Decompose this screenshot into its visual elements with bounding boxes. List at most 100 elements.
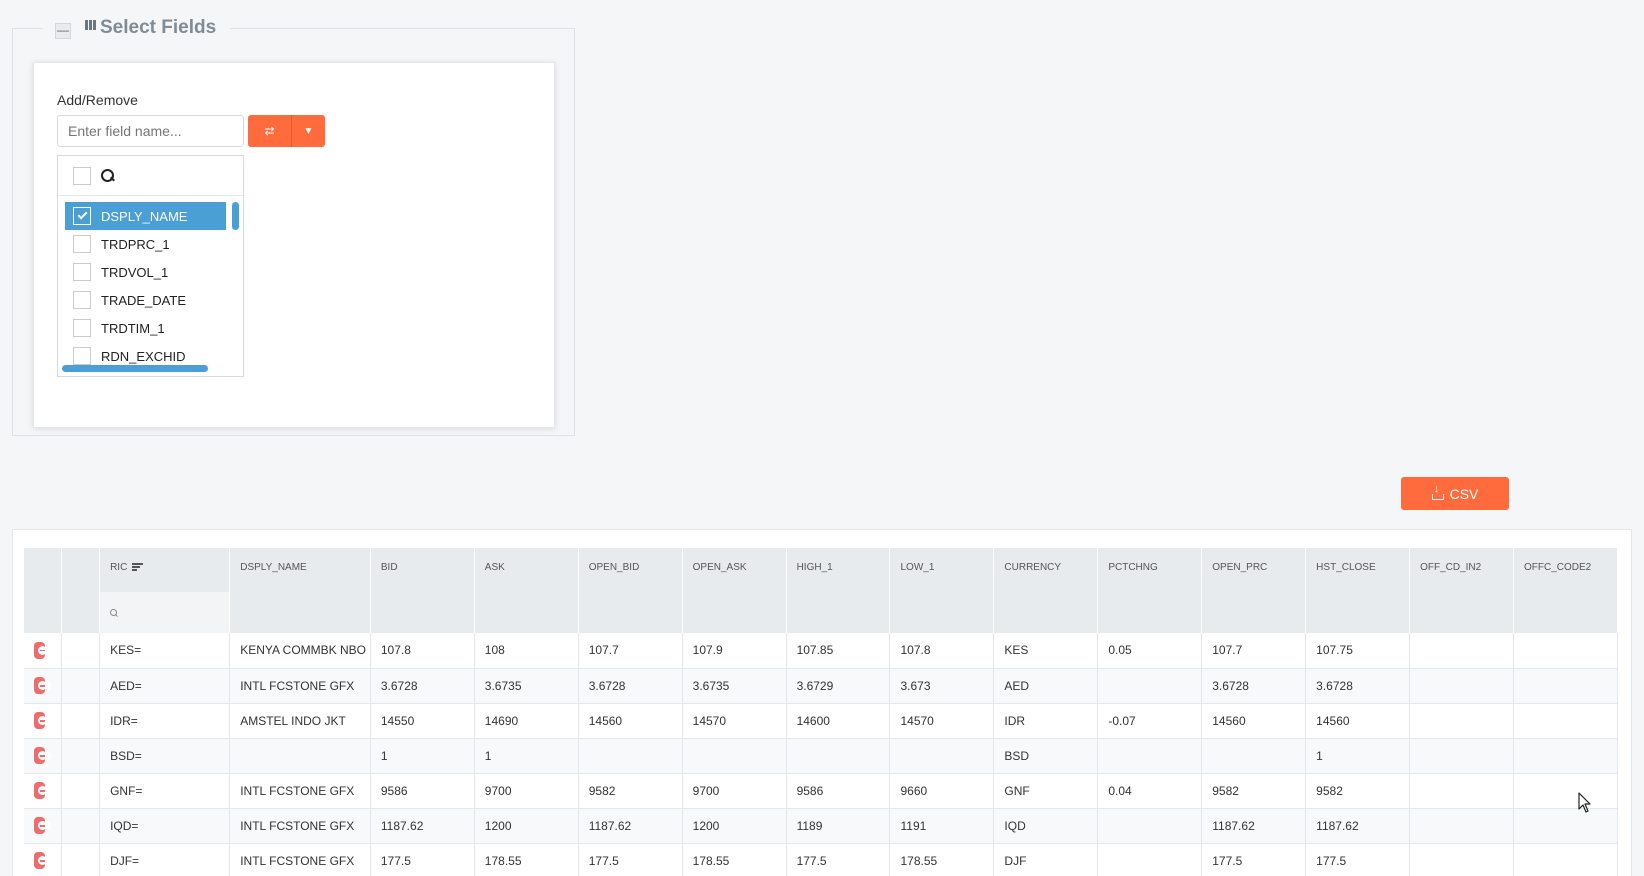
- data-table: RIC DSPLY_NAME BID ASK OPEN_BID OPEN_ASK HIGH_…: [24, 548, 1618, 876]
- search-icon[interactable]: [101, 168, 115, 183]
- table-cell: [1097, 738, 1203, 774]
- column-header-label: OPEN_ASK: [692, 562, 747, 573]
- field-option[interactable]: TRDPRC_1: [65, 230, 226, 258]
- table-cell: [1097, 843, 1203, 876]
- field-name-input[interactable]: [57, 115, 244, 147]
- remove-row-button[interactable]: [34, 747, 51, 764]
- table-cell: [1097, 668, 1203, 704]
- remove-row-button[interactable]: [34, 817, 51, 834]
- field-dropdown-button[interactable]: ▼: [292, 115, 325, 147]
- select-fields-legend: — Select Fields: [43, 13, 231, 43]
- table-cell: [1409, 738, 1515, 774]
- remove-icon: [34, 641, 48, 659]
- table-cell: INTL FCSTONE GFX: [229, 773, 371, 809]
- mouse-pointer-icon: [1578, 792, 1591, 813]
- row-extra-cell: [61, 738, 101, 774]
- column-header[interactable]: BID: [370, 548, 475, 633]
- remove-row-button[interactable]: [34, 782, 51, 799]
- table-cell: KES=: [99, 633, 231, 669]
- add-remove-label: Add/Remove: [57, 92, 138, 108]
- table-cell: IDR=: [99, 703, 231, 739]
- table-cell: 107.75: [1305, 633, 1411, 669]
- table-cell: INTL FCSTONE GFX: [229, 843, 371, 876]
- table-cell: 107.7: [578, 633, 683, 669]
- field-option[interactable]: TRDTIM_1: [65, 314, 226, 342]
- table-cell: 178.55: [682, 843, 787, 876]
- column-header[interactable]: OFFC_CODE2: [1513, 548, 1618, 633]
- field-option[interactable]: TRDVOL_1: [65, 258, 226, 286]
- row-extra-cell: [61, 703, 101, 739]
- column-header[interactable]: LOW_1: [889, 548, 995, 633]
- table-cell: [1513, 738, 1618, 774]
- swap-icon: ⇄: [264, 124, 275, 138]
- remove-row-button[interactable]: [34, 677, 51, 694]
- table-cell: 178.55: [474, 843, 579, 876]
- table-cell: 14600: [786, 703, 891, 739]
- column-header[interactable]: OPEN_BID: [578, 548, 683, 633]
- field-checkbox[interactable]: [73, 291, 91, 309]
- table-cell: [1409, 843, 1515, 876]
- remove-row-button[interactable]: [34, 852, 51, 869]
- table-cell: 177.5: [1305, 843, 1411, 876]
- table-cell: 3.6728: [578, 668, 683, 704]
- field-option-label: TRDTIM_1: [101, 320, 165, 336]
- remove-row-button[interactable]: [34, 641, 51, 659]
- row-control-cell: [24, 738, 63, 774]
- column-header-label: OPEN_BID: [588, 562, 640, 573]
- table-cell: 9582: [578, 773, 683, 809]
- column-filter-input[interactable]: [100, 592, 230, 633]
- column-header[interactable]: HIGH_1: [786, 548, 891, 633]
- table-cell: 3.6735: [474, 668, 579, 704]
- table-cell: [1513, 808, 1618, 844]
- table-cell: AED: [993, 668, 1099, 704]
- table-cell: [578, 738, 683, 774]
- select-all-checkbox[interactable]: [73, 166, 91, 185]
- field-listbox: DSPLY_NAME TRDPRC_1 TRDVOL_1 TRADE_DATE TRDT…: [57, 155, 244, 377]
- table-cell: 1189: [786, 808, 891, 844]
- table-cell: 0.05: [1097, 633, 1203, 669]
- field-checkbox[interactable]: [73, 235, 91, 253]
- sort-icon[interactable]: [132, 563, 144, 571]
- checkmark-icon: [77, 209, 87, 220]
- csv-download-button[interactable]: CSV: [1401, 477, 1509, 510]
- vertical-scrollbar[interactable]: [232, 202, 239, 230]
- field-option[interactable]: TRADE_DATE: [65, 286, 226, 314]
- column-header[interactable]: DSPLY_NAME: [229, 548, 371, 633]
- column-header[interactable]: PCTCHNG: [1097, 548, 1203, 633]
- table-cell: 3.6729: [786, 668, 891, 704]
- column-header[interactable]: HST_CLOSE: [1305, 548, 1411, 633]
- column-header[interactable]: ASK: [474, 548, 579, 633]
- row-extra-cell: [61, 773, 101, 809]
- table-cell: 108: [474, 633, 579, 669]
- column-header[interactable]: RIC: [99, 548, 231, 633]
- table-cell: IQD: [993, 808, 1099, 844]
- remove-row-button[interactable]: [34, 712, 51, 729]
- field-checkbox[interactable]: [73, 263, 91, 281]
- column-header-label: OFFC_CODE2: [1524, 562, 1592, 573]
- table-cell: 1191: [889, 808, 995, 844]
- field-checkbox[interactable]: [73, 347, 91, 365]
- collapse-button[interactable]: —: [55, 23, 71, 39]
- table-cell: 3.6735: [682, 668, 787, 704]
- table-cell: 3.6728: [370, 668, 475, 704]
- table-cell: [1409, 808, 1515, 844]
- horizontal-scrollbar[interactable]: [62, 365, 208, 372]
- column-header[interactable]: OPEN_ASK: [682, 548, 787, 633]
- table-cell: 14570: [682, 703, 787, 739]
- column-header[interactable]: OFF_CD_IN2: [1409, 548, 1515, 633]
- field-checkbox[interactable]: [73, 207, 91, 225]
- table-row: KES= KENYA COMMBK NBO 107.8 108 107.7 107.9 10…: [24, 633, 1618, 669]
- table-cell: 177.5: [786, 843, 891, 876]
- field-checkbox[interactable]: [73, 319, 91, 337]
- table-row: BSD= 1 1 BSD 1: [24, 738, 1618, 774]
- table-cell: [1409, 633, 1515, 669]
- row-control-cell: [24, 808, 63, 844]
- table-cell: 9582: [1305, 773, 1411, 809]
- row-control-cell: [24, 773, 63, 809]
- swap-fields-button[interactable]: ⇄: [248, 115, 292, 147]
- column-header[interactable]: OPEN_PRC: [1201, 548, 1307, 633]
- column-header[interactable]: CURRENCY: [993, 548, 1099, 633]
- row-control-cell: [24, 633, 63, 669]
- field-option[interactable]: DSPLY_NAME: [65, 202, 226, 230]
- remove-icon: [34, 712, 48, 729]
